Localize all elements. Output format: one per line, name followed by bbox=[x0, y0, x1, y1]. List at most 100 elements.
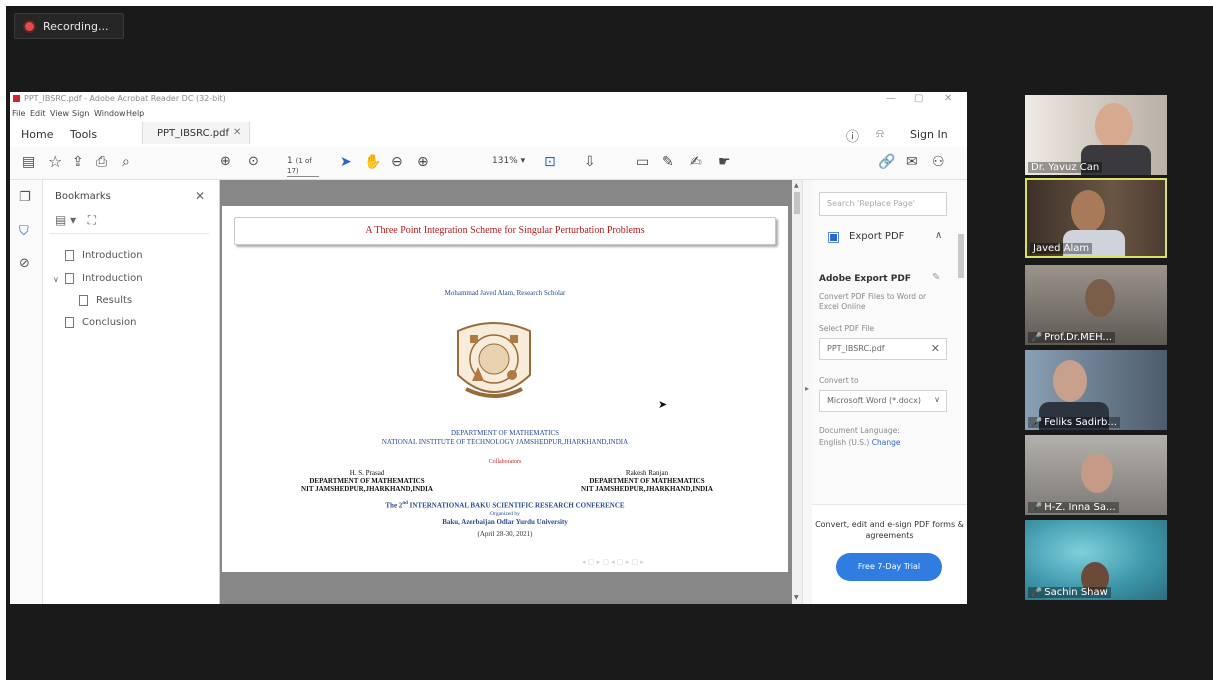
participant-name: 🎤 Feliks Sadirb... bbox=[1028, 417, 1120, 428]
create-pdf-icon[interactable]: ▤ bbox=[22, 154, 35, 170]
menu-window[interactable]: Window bbox=[94, 109, 126, 118]
document-scrollbar[interactable]: ▲ ▼ bbox=[792, 180, 802, 604]
pages-thumbnail-icon[interactable]: ❐ bbox=[19, 190, 31, 205]
next-page-icon[interactable]: ⊙ bbox=[248, 154, 259, 170]
scroll-up-icon[interactable]: ▲ bbox=[794, 182, 799, 189]
upload-share-icon[interactable]: ⇪ bbox=[72, 154, 84, 170]
export-pdf-header[interactable]: ▣ Export PDF ∧ bbox=[819, 228, 961, 248]
menu-help[interactable]: Help bbox=[126, 109, 144, 118]
participant-tile[interactable]: 🎤 Sachin Shaw bbox=[1025, 520, 1167, 600]
window-title-bar: PPT_IBSRC.pdf - Adobe Acrobat Reader DC … bbox=[10, 92, 967, 106]
dates-line: (April 28-30, 2021) bbox=[477, 530, 533, 538]
bookmarks-panel-icon[interactable]: ⛉ bbox=[19, 224, 29, 239]
participant-face bbox=[1095, 103, 1133, 149]
zoom-out-icon[interactable]: ⊖ bbox=[391, 154, 403, 170]
bookmark-conclusion[interactable]: Conclusion bbox=[65, 317, 137, 328]
doc-language-label: Document Language: bbox=[819, 426, 900, 435]
export-pdf-icon: ▣ bbox=[827, 229, 841, 245]
bookmark-star-icon[interactable]: ☆ bbox=[48, 154, 62, 170]
expand-right-panel-icon[interactable]: ▸ bbox=[805, 384, 809, 393]
scroll-down-icon[interactable]: ▼ bbox=[794, 594, 799, 601]
help-icon[interactable]: ⓘ bbox=[846, 126, 859, 145]
sign-pen-icon[interactable]: ✍ bbox=[690, 154, 702, 170]
search-zoom-icon[interactable]: ⌕ bbox=[122, 154, 130, 170]
selected-file-field[interactable]: PPT_IBSRC.pdf ✕ bbox=[819, 338, 947, 360]
menu-edit[interactable]: Edit bbox=[30, 109, 46, 118]
participant-name: 🎤 Sachin Shaw bbox=[1028, 587, 1111, 598]
bookmark-results[interactable]: Results bbox=[79, 295, 132, 306]
menu-sign[interactable]: Sign bbox=[72, 109, 89, 118]
participant-name: Javed Alam bbox=[1030, 243, 1093, 254]
bookmark-options-icon[interactable]: ▤ ▾ ⛶ bbox=[55, 213, 96, 228]
close-bookmarks-icon[interactable]: ✕ bbox=[195, 189, 205, 203]
bookmark-icon bbox=[65, 250, 74, 261]
previous-page-icon[interactable]: ⊕ bbox=[220, 154, 231, 170]
page-number-input[interactable]: 1 (1 of 17) bbox=[287, 156, 319, 177]
participant-tile-active-speaker[interactable]: Javed Alam bbox=[1025, 178, 1167, 258]
add-user-icon[interactable]: ⚇ bbox=[932, 154, 945, 170]
maximize-icon[interactable]: ▢ bbox=[914, 93, 923, 104]
scrollbar-thumb[interactable] bbox=[794, 192, 800, 214]
window-title: PPT_IBSRC.pdf - Adobe Acrobat Reader DC … bbox=[24, 94, 226, 103]
free-trial-button[interactable]: Free 7-Day Trial bbox=[836, 553, 942, 581]
right-panel-scroll-thumb[interactable] bbox=[958, 234, 964, 278]
tab-document[interactable]: PPT_IBSRC.pdf ✕ bbox=[142, 122, 250, 144]
participant-tile[interactable]: Dr. Yavuz Can bbox=[1025, 95, 1167, 175]
notification-bell-icon[interactable]: ⍾ bbox=[876, 126, 884, 141]
change-language-link[interactable]: Change bbox=[872, 438, 901, 447]
mic-muted-icon: 🎤 bbox=[1031, 503, 1043, 513]
minimize-icon[interactable]: — bbox=[886, 93, 896, 104]
tab-tools[interactable]: Tools bbox=[70, 128, 97, 141]
menu-bar: File Edit View Sign Window Help bbox=[10, 107, 967, 120]
comment-icon[interactable]: ▭ bbox=[636, 154, 649, 170]
zoom-level-select[interactable]: 131% ▾ bbox=[492, 156, 525, 166]
close-window-icon[interactable]: ✕ bbox=[944, 93, 952, 104]
document-view[interactable]: ◂ A Three Point Integration Scheme for S… bbox=[220, 180, 792, 604]
close-tab-icon[interactable]: ✕ bbox=[233, 127, 241, 138]
attachments-icon[interactable]: ⊘ bbox=[19, 256, 30, 271]
zoom-in-icon[interactable]: ⊕ bbox=[417, 154, 429, 170]
acrobat-app-icon bbox=[13, 95, 20, 102]
bookmarks-divider bbox=[49, 233, 209, 234]
menu-view[interactable]: View bbox=[50, 109, 69, 118]
highlight-pen-icon[interactable]: ✎ bbox=[662, 154, 674, 170]
page-footer-nav: ◂ ▢ ▸ ▢ ◂ ▢ ▸ ▢ ▸ bbox=[582, 558, 644, 566]
presentation-icon[interactable]: ⇩ bbox=[584, 154, 596, 170]
chevron-up-icon[interactable]: ∧ bbox=[935, 230, 942, 241]
acrobat-window: PPT_IBSRC.pdf - Adobe Acrobat Reader DC … bbox=[10, 92, 967, 604]
promo-text: Convert, edit and e-sign PDF forms & agr… bbox=[815, 520, 964, 540]
share-link-icon[interactable]: 🔗 bbox=[878, 154, 895, 170]
collab-right-name: Rakesh Ranjan bbox=[625, 469, 669, 477]
remove-file-icon[interactable]: ✕ bbox=[931, 342, 940, 355]
collab-right-inst: NIT JAMSHEDPUR,JHARKHAND,INDIA bbox=[581, 485, 713, 493]
pdf-page: A Three Point Integration Scheme for Sin… bbox=[222, 206, 788, 572]
email-icon[interactable]: ✉ bbox=[906, 154, 918, 170]
right-panel-scrollbar[interactable] bbox=[957, 218, 965, 488]
participant-tile[interactable]: 🎤 H-Z. Inna Sa... bbox=[1025, 435, 1167, 515]
mic-muted-icon: 🎤 bbox=[1031, 418, 1043, 428]
collab-right-dept: DEPARTMENT OF MATHEMATICS bbox=[589, 477, 705, 485]
recording-indicator[interactable]: Recording... bbox=[14, 13, 124, 39]
chevron-down-icon: ∨ bbox=[934, 395, 940, 404]
bookmark-icon bbox=[79, 295, 88, 306]
stamp-icon[interactable]: ☛ bbox=[718, 154, 731, 170]
participant-tile[interactable]: 🎤 Feliks Sadirb... bbox=[1025, 350, 1167, 430]
bookmark-introduction-2[interactable]: Introduction bbox=[65, 273, 143, 284]
tab-home[interactable]: Home bbox=[21, 128, 53, 141]
chevron-down-icon[interactable]: ∨ bbox=[53, 275, 59, 284]
left-rail: ❐ ⛉ ⊘ bbox=[10, 180, 43, 604]
hand-tool-icon[interactable]: ✋ bbox=[364, 154, 381, 170]
sign-in-link[interactable]: Sign In bbox=[910, 128, 948, 141]
page-fit-icon[interactable]: ⊡ bbox=[544, 154, 556, 170]
tool-search-input[interactable]: Search 'Replace Page' bbox=[819, 192, 947, 216]
menu-file[interactable]: File bbox=[12, 109, 25, 118]
collab-left-inst: NIT JAMSHEDPUR,JHARKHAND,INDIA bbox=[301, 485, 433, 493]
convert-to-select[interactable]: Microsoft Word (*.docx) ∨ bbox=[819, 390, 947, 412]
print-icon[interactable]: ⎙ bbox=[96, 154, 107, 170]
bookmark-introduction-1[interactable]: Introduction bbox=[65, 250, 143, 261]
participant-tile[interactable]: 🎤 Prof.Dr.MEH... bbox=[1025, 265, 1167, 345]
conference-line: The 2nd INTERNATIONAL BAKU SCIENTIFIC RE… bbox=[385, 501, 625, 510]
bookmark-icon bbox=[65, 317, 74, 328]
select-cursor-icon[interactable]: ➤ bbox=[340, 154, 352, 170]
export-settings-icon[interactable]: ✎ bbox=[932, 272, 940, 283]
